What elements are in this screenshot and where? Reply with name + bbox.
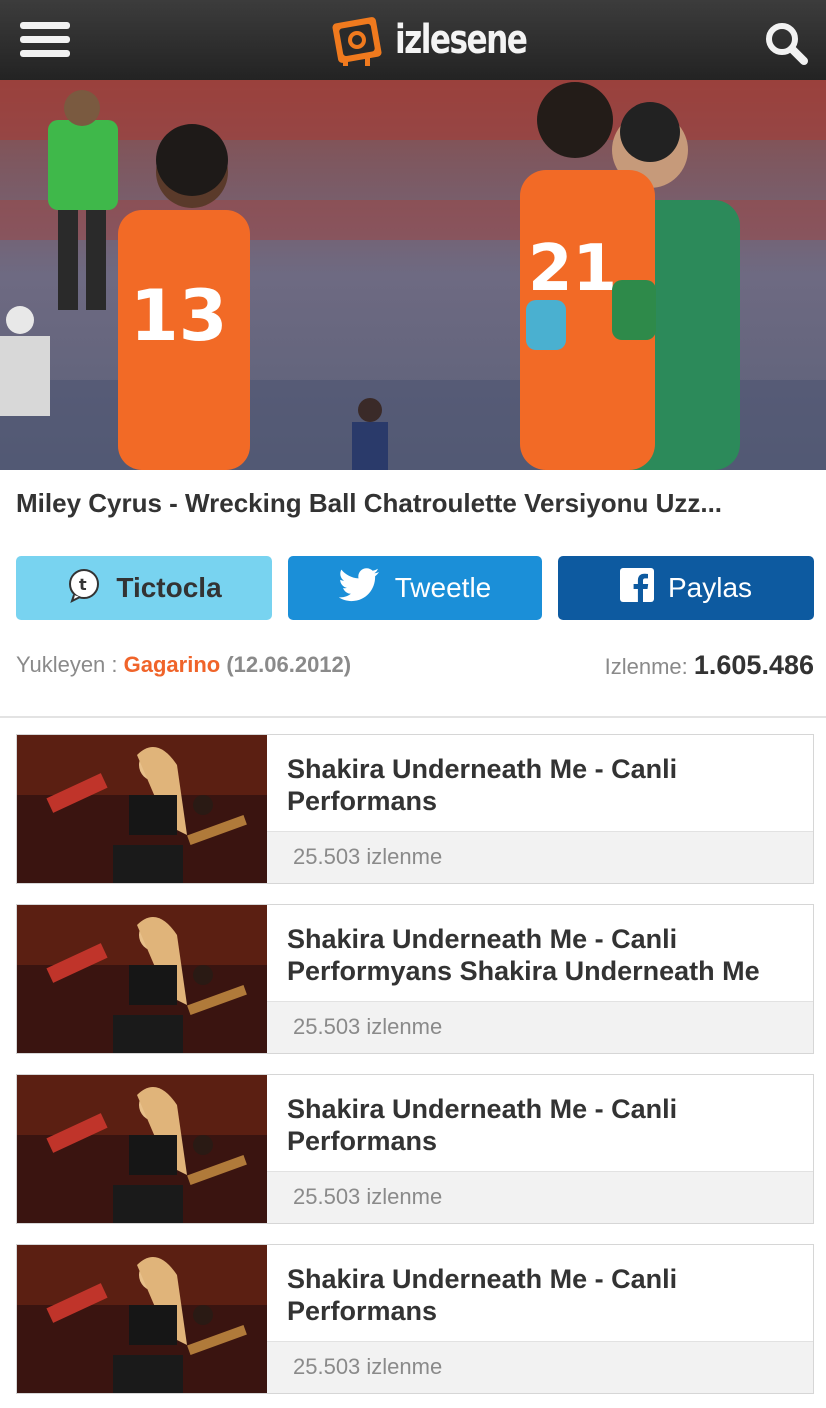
related-thumbnail: [17, 905, 267, 1053]
uploader-info: Yukleyen : Gagarino (12.06.2012): [16, 652, 351, 678]
svg-text:13: 13: [130, 275, 227, 357]
related-views: 25.503 izlenme: [267, 1341, 813, 1393]
views-label: Izlenme:: [604, 654, 688, 679]
related-title: Shakira Underneath Me - Canli Performans: [287, 754, 678, 816]
video-title: Miley Cyrus - Wrecking Ball Chatroulette…: [16, 488, 723, 518]
twitter-icon: [338, 567, 381, 610]
tictoc-icon: t: [66, 567, 102, 610]
logo-text: izlesene: [395, 17, 528, 63]
related-title: Shakira Underneath Me - Canli Performans: [287, 1094, 678, 1156]
related-views: 25.503 izlenme: [267, 831, 813, 883]
views-value: 1.605.486: [693, 650, 814, 680]
related-thumbnail: [17, 1075, 267, 1223]
tweetle-label: Tweetle: [394, 572, 492, 603]
video-thumbnail: 13 21: [0, 80, 826, 470]
tictocla-label: Tictocla: [116, 572, 222, 603]
related-thumbnail: [17, 1245, 267, 1393]
related-views: 25.503 izlenme: [267, 1001, 813, 1053]
svg-text:21: 21: [528, 232, 617, 306]
related-views: 25.503 izlenme: [267, 1171, 813, 1223]
related-title: Shakira Underneath Me - Canli Performans: [287, 1264, 678, 1326]
facebook-icon: [619, 567, 654, 609]
related-video-item[interactable]: Shakira Underneath Me - Canli Performans…: [16, 1074, 814, 1224]
related-thumbnail: [17, 735, 267, 883]
upload-date: (12.06.2012): [226, 652, 352, 677]
related-video-item[interactable]: Shakira Underneath Me - Canli Performans…: [16, 1244, 814, 1394]
tictocla-button[interactable]: t Tictocla: [16, 556, 272, 620]
top-bar: izlesene: [0, 0, 826, 80]
menu-icon[interactable]: [20, 22, 70, 58]
divider: [0, 716, 826, 718]
view-count: Izlenme: 1.605.486: [605, 650, 814, 681]
search-icon[interactable]: [762, 20, 810, 66]
related-video-item[interactable]: Shakira Underneath Me - Canli Performyan…: [16, 904, 814, 1054]
paylas-label: Paylas: [667, 572, 753, 603]
related-video-item[interactable]: Shakira Underneath Me - Canli Performans…: [16, 734, 814, 884]
logo-icon: [331, 12, 387, 68]
paylas-button[interactable]: Paylas: [558, 556, 814, 620]
related-title: Shakira Underneath Me - Canli Performyan…: [287, 924, 760, 986]
uploader-label: Yukleyen :: [16, 652, 118, 677]
video-player[interactable]: 13 21: [0, 80, 826, 470]
svg-text:t: t: [79, 575, 87, 594]
uploader-link[interactable]: Gagarino: [124, 652, 221, 677]
tweetle-button[interactable]: Tweetle: [288, 556, 542, 620]
logo[interactable]: izlesene: [331, 10, 563, 70]
